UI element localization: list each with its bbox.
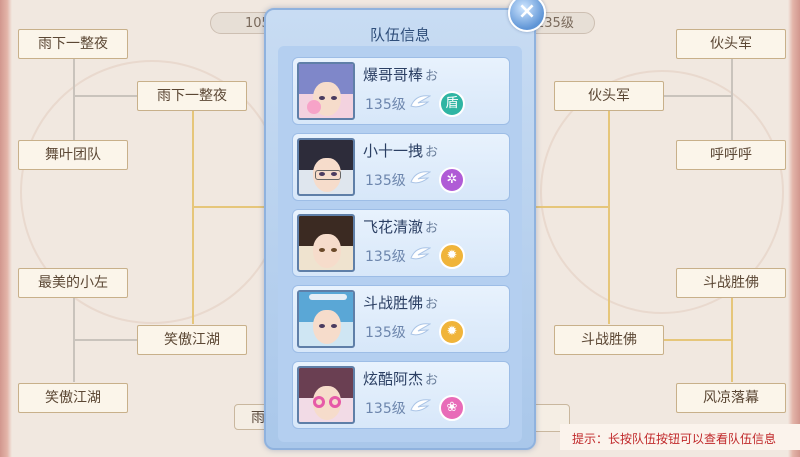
- team-box-right-r1-4[interactable]: 风凉落幕: [676, 383, 786, 413]
- wing-icon: [410, 95, 431, 108]
- member-name: 飞花清澈お: [363, 218, 439, 236]
- avatar: [297, 290, 355, 348]
- bracket-line: [731, 57, 733, 140]
- member-level: 135级: [365, 173, 406, 189]
- team-box-right-r1-2[interactable]: 呼呼呼: [676, 140, 786, 170]
- team-box-left-r1-2[interactable]: 舞叶团队: [18, 140, 128, 170]
- bracket-line: [192, 110, 194, 324]
- bracket-line: [664, 95, 732, 97]
- team-box-right-r2-1[interactable]: 伙头军: [554, 81, 664, 111]
- member-card[interactable]: 飞花清澈お 135级 ✹: [292, 209, 510, 277]
- popup-title: 队伍信息: [369, 26, 430, 44]
- bracket-line: [608, 110, 610, 324]
- team-box-right-r2-2[interactable]: 斗战胜佛: [554, 325, 664, 355]
- wing-icon: [410, 247, 431, 260]
- sun-icon: ✹: [439, 243, 465, 269]
- team-box-right-r1-1[interactable]: 伙头军: [676, 29, 786, 59]
- team-box-left-r1-1[interactable]: 雨下一整夜: [18, 29, 128, 59]
- bracket-line: [536, 206, 608, 208]
- member-card[interactable]: 斗战胜佛お 135级 ✹: [292, 285, 510, 353]
- team-box-right-r1-3[interactable]: 斗战胜佛: [676, 268, 786, 298]
- avatar: [297, 214, 355, 272]
- member-name: 斗战胜佛お: [363, 294, 439, 312]
- member-name: 小十一拽お: [363, 142, 439, 160]
- member-level: 135级: [365, 325, 406, 341]
- team-box-left-r1-3[interactable]: 最美的小左: [18, 268, 128, 298]
- sun-icon: ✹: [439, 319, 465, 345]
- lotus-icon: ❀: [439, 395, 465, 421]
- bracket-line: [73, 339, 137, 341]
- bracket-line: [73, 95, 137, 97]
- member-card[interactable]: 炫酷阿杰お 135级 ❀: [292, 361, 510, 429]
- member-card[interactable]: 爆哥哥棒お 135级 盾: [292, 57, 510, 125]
- member-level: 135级: [365, 249, 406, 265]
- right-border-decoration: [788, 0, 800, 457]
- wing-icon: [410, 399, 431, 412]
- team-box-left-r2-1[interactable]: 雨下一整夜: [137, 81, 247, 111]
- bracket-line: [192, 206, 266, 208]
- avatar: [297, 62, 355, 120]
- wing-icon: [410, 323, 431, 336]
- member-card[interactable]: 小十一拽お 135级 ✲: [292, 133, 510, 201]
- member-name: 爆哥哥棒お: [363, 66, 439, 84]
- member-level: 135级: [365, 97, 406, 113]
- spider-icon: ✲: [439, 167, 465, 193]
- left-border-decoration: [0, 0, 12, 457]
- bracket-line: [664, 339, 732, 341]
- shield-icon: 盾: [439, 91, 465, 117]
- team-box-left-r2-2[interactable]: 笑傲江湖: [137, 325, 247, 355]
- wing-icon: [410, 171, 431, 184]
- avatar: [297, 366, 355, 424]
- avatar: [297, 138, 355, 196]
- member-name: 炫酷阿杰お: [363, 370, 439, 388]
- close-icon: ×: [517, 0, 537, 24]
- bracket-line: [73, 57, 75, 140]
- hint-text: 提示：长按队伍按钮可以查看队伍信息: [572, 432, 777, 446]
- team-box-left-r1-4[interactable]: 笑傲江湖: [18, 383, 128, 413]
- member-level: 135级: [365, 401, 406, 417]
